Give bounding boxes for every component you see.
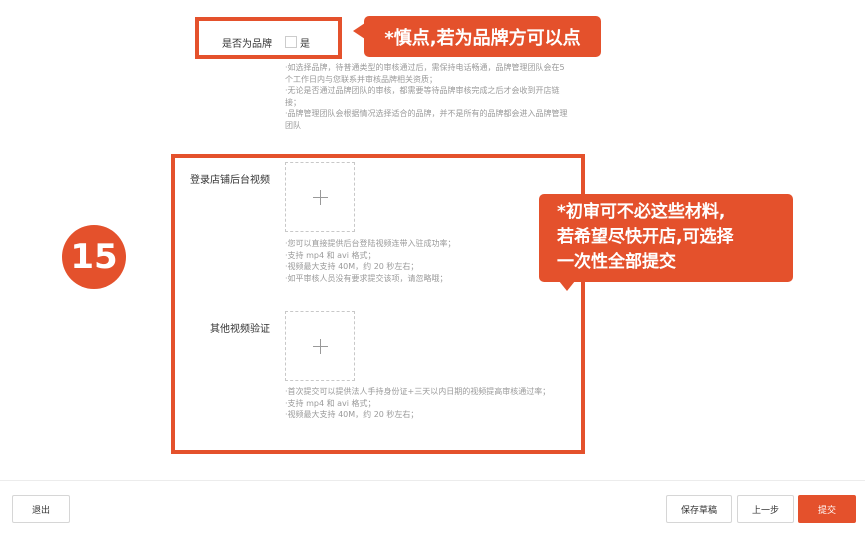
help-line: ·如选择品牌，待普通类型的审核通过后，需保持电话畅通，品牌管理团队会在5 xyxy=(285,63,565,72)
footer-divider xyxy=(0,480,865,481)
prev-step-button-label: 上一步 xyxy=(751,505,779,516)
materials-callout: *初审可不必这些材料, 若希望尽快开店,可选择 一次性全部提交 xyxy=(539,194,793,282)
help-line: ·视频最大支持 40M，约 20 秒左右； xyxy=(285,262,419,271)
prev-step-button[interactable]: 上一步 xyxy=(737,495,794,523)
brand-option-label: 是 xyxy=(300,39,310,50)
brand-callout: *慎点,若为品牌方可以点 xyxy=(364,16,601,57)
callout-line: 一次性全部提交 xyxy=(557,252,676,272)
callout-line: 若希望尽快开店,可选择 xyxy=(557,227,734,247)
video-help: ·您可以直接提供后台登陆视频连带入驻成功率； ·支持 mp4 和 avi 格式；… xyxy=(285,238,545,284)
help-line: ·首次提交可以提供法人手持身份证+三天以内日期的视频提高审核通过率； xyxy=(285,387,551,396)
plus-icon-vertical xyxy=(320,190,321,205)
brand-callout-text: *慎点,若为品牌方可以点 xyxy=(384,27,581,49)
callout-line: *初审可不必这些材料, xyxy=(557,202,726,222)
other-video-label: 其他视频验证 xyxy=(210,324,270,335)
video-upload[interactable] xyxy=(285,162,355,232)
brand-checkbox[interactable] xyxy=(285,36,297,48)
submit-button-label: 提交 xyxy=(817,505,836,516)
other-video-help: ·首次提交可以提供法人手持身份证+三天以内日期的视频提高审核通过率； ·支持 m… xyxy=(285,386,575,421)
save-draft-button-label: 保存草稿 xyxy=(680,505,717,516)
submit-button[interactable]: 提交 xyxy=(798,495,856,523)
help-line: ·支持 mp4 和 avi 格式； xyxy=(285,250,376,260)
brand-label: 是否为品牌 xyxy=(222,39,272,50)
step-badge: 15 xyxy=(62,225,126,289)
plus-icon-vertical xyxy=(320,339,321,354)
help-line: ·您可以直接提供后台登陆视频连带入驻成功率； xyxy=(285,239,456,248)
other-video-upload[interactable] xyxy=(285,311,355,381)
exit-button-label: 退出 xyxy=(31,505,50,516)
exit-button[interactable]: 退出 xyxy=(12,495,70,523)
help-line: 团队 xyxy=(285,120,301,130)
help-line: ·品牌管理团队会根据情况选择适合的品牌，并不是所有的品牌都会进入品牌管理 xyxy=(285,109,568,118)
help-line: 接； xyxy=(285,97,301,107)
help-line: ·如平审核人员没有要求提交该项，请忽略哦； xyxy=(285,273,448,283)
help-line: ·无论是否通过品牌团队的审核，都需要等待品牌审核完成之后才会收到开店链 xyxy=(285,86,560,95)
help-line: 个工作日内与您联系并审核品牌相关资质； xyxy=(285,74,437,84)
step-badge-number: 15 xyxy=(70,237,118,277)
help-line: ·视频最大支持 40M，约 20 秒左右； xyxy=(285,410,419,419)
help-line: ·支持 mp4 和 avi 格式； xyxy=(285,398,376,408)
callout-pointer-2 xyxy=(559,281,575,291)
brand-help: ·如选择品牌，待普通类型的审核通过后，需保持电话畅通，品牌管理团队会在5 个工作… xyxy=(285,62,585,131)
save-draft-button[interactable]: 保存草稿 xyxy=(666,495,732,523)
video-label: 登录店铺后台视频 xyxy=(190,175,270,186)
